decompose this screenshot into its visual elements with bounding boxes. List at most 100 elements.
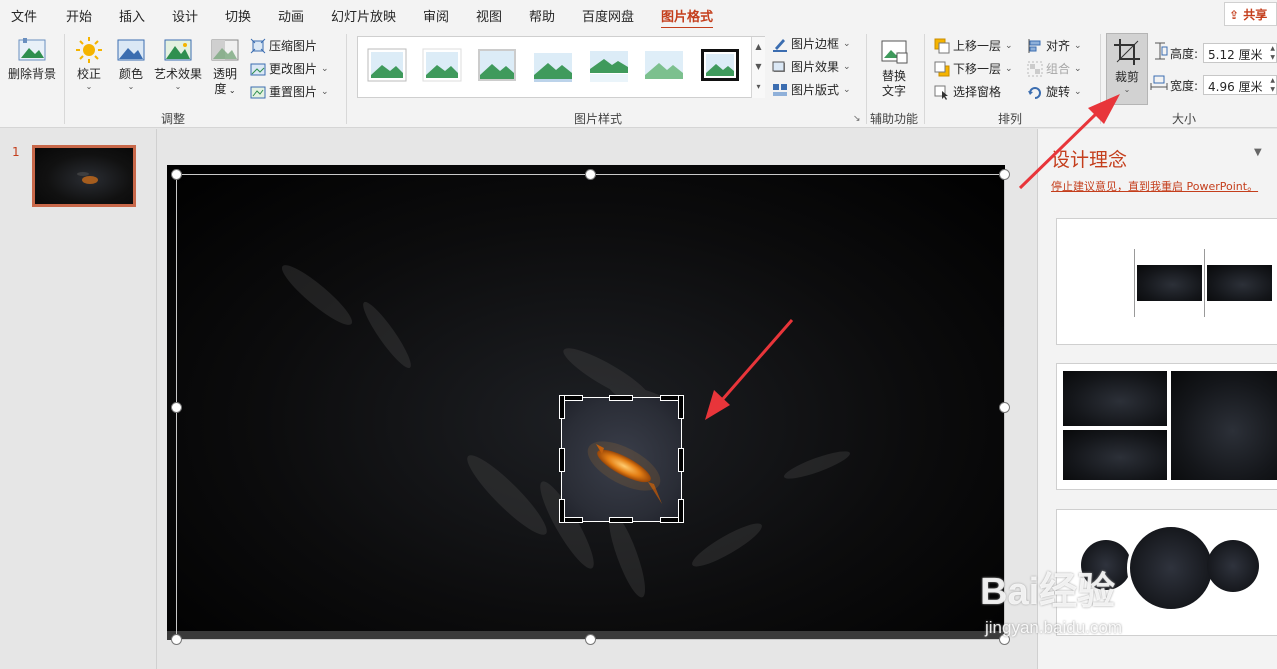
- rotate-button[interactable]: 旋转 ⌄: [1027, 82, 1082, 102]
- tab-baidu-netdisk[interactable]: 百度网盘: [582, 6, 634, 25]
- tab-transitions[interactable]: 切换: [225, 6, 251, 25]
- tab-animations[interactable]: 动画: [278, 6, 304, 25]
- picture-style-5[interactable]: [588, 47, 630, 83]
- group-label-adjust: 调整: [160, 112, 185, 126]
- height-icon: [1155, 42, 1168, 60]
- artistic-effects-icon: [164, 39, 192, 61]
- crop-handle-right[interactable]: [678, 448, 684, 472]
- picture-border-button[interactable]: 图片边框 ⌄: [772, 34, 851, 54]
- resize-handle-top-right[interactable]: [999, 169, 1010, 180]
- group-objects-label: 组合: [1046, 62, 1071, 76]
- picture-style-1[interactable]: [366, 47, 408, 83]
- resize-handle-right[interactable]: [999, 402, 1010, 413]
- effects-icon: [772, 61, 785, 72]
- reset-picture-button[interactable]: 重置图片 ⌄: [250, 82, 329, 102]
- group-label-size: 大小: [1171, 112, 1196, 126]
- selection-pane-button[interactable]: 选择窗格: [934, 82, 1001, 102]
- design-idea-2[interactable]: [1056, 363, 1277, 490]
- crop-region[interactable]: [561, 397, 682, 522]
- tab-review[interactable]: 审阅: [423, 6, 449, 25]
- crop-icon: [1114, 39, 1140, 65]
- transparency-label-2: 度: [214, 82, 227, 96]
- transparency-label-1: 透明: [212, 67, 237, 81]
- styles-dialog-launcher-icon[interactable]: ↘: [853, 114, 861, 124]
- bring-forward-label: 上移一层: [953, 39, 1002, 53]
- alt-text-button[interactable]: 替换 文字: [872, 38, 916, 99]
- alt-text-icon: [881, 40, 908, 64]
- resize-handle-bottom-left[interactable]: [171, 634, 182, 645]
- resize-handle-bottom[interactable]: [585, 634, 596, 645]
- gallery-scroll-up[interactable]: ▲: [751, 37, 765, 57]
- picture-style-6[interactable]: [643, 47, 685, 83]
- picture-style-3[interactable]: [476, 47, 518, 83]
- tab-insert[interactable]: 插入: [119, 6, 145, 25]
- picture-effects-button[interactable]: 图片效果 ⌄: [772, 57, 851, 77]
- crop-label: 裁剪: [1114, 70, 1139, 84]
- change-picture-button[interactable]: 更改图片 ⌄: [250, 59, 329, 79]
- crop-handle-bottom[interactable]: [609, 517, 633, 523]
- picture-layout-button[interactable]: 图片版式 ⌄: [772, 80, 851, 100]
- tab-picture-format[interactable]: 图片格式: [661, 6, 714, 30]
- corrections-button[interactable]: 校正 ⌄: [70, 36, 108, 92]
- group-label-styles: 图片样式: [573, 112, 622, 126]
- crop-handle-top-right-v[interactable]: [678, 395, 684, 419]
- tab-slideshow[interactable]: 幻灯片放映: [331, 6, 396, 25]
- transparency-icon: [211, 39, 239, 61]
- remove-background-button[interactable]: 删除背景: [4, 36, 60, 82]
- gallery-scroll-down[interactable]: ▼: [751, 57, 765, 77]
- crop-button[interactable]: 裁剪 ⌄: [1106, 33, 1148, 105]
- color-label: 颜色: [118, 67, 143, 81]
- resize-handle-left[interactable]: [171, 402, 182, 413]
- stop-suggestions-link[interactable]: 停止建议意见，直到我重启 PowerPoint。: [1051, 178, 1258, 194]
- crop-handle-bottom-right-v[interactable]: [678, 499, 684, 523]
- resize-handle-top-left[interactable]: [171, 169, 182, 180]
- send-backward-icon: [934, 61, 950, 77]
- remove-background-label: 删除背景: [7, 67, 56, 81]
- group-objects-button[interactable]: 组合 ⌄: [1027, 59, 1082, 79]
- koi-thumbnail-image: [77, 172, 98, 184]
- picture-style-2[interactable]: [421, 47, 463, 83]
- height-input[interactable]: 5.12 厘米 ▲ ▼: [1203, 43, 1277, 63]
- change-picture-icon: [250, 63, 266, 76]
- tab-view[interactable]: 视图: [476, 6, 502, 25]
- width-spinner[interactable]: ▲ ▼: [1270, 76, 1275, 94]
- gallery-more-button[interactable]: ▾: [751, 77, 765, 98]
- width-value: 4.96 厘米: [1208, 80, 1263, 94]
- tab-file[interactable]: 文件: [11, 6, 37, 25]
- share-button[interactable]: ⇪ 共享: [1224, 2, 1277, 26]
- align-button[interactable]: 对齐 ⌄: [1027, 36, 1082, 56]
- ribbon: 删除背景 校正 ⌄ 颜色 ⌄ 艺术效果 ⌄ 透明 度 ⌄ 压缩图片 更改图片 ⌄ 重置图…: [0, 28, 1277, 128]
- crop-handle-top-left-v[interactable]: [559, 395, 565, 419]
- selection-pane-icon: [934, 85, 948, 100]
- send-backward-label: 下移一层: [953, 62, 1002, 76]
- picture-border-label: 图片边框: [791, 37, 840, 51]
- rotate-label: 旋转: [1046, 85, 1071, 99]
- slide-thumbnail[interactable]: [32, 145, 136, 207]
- bring-forward-button[interactable]: 上移一层 ⌄: [934, 36, 1013, 56]
- picture-style-7[interactable]: [699, 47, 741, 83]
- height-spinner[interactable]: ▲ ▼: [1270, 44, 1275, 62]
- tab-help[interactable]: 帮助: [529, 6, 555, 25]
- transparency-button[interactable]: 透明 度 ⌄: [208, 36, 242, 98]
- compress-pictures-button[interactable]: 压缩图片: [250, 36, 317, 56]
- color-button[interactable]: 颜色 ⌄: [112, 36, 150, 92]
- bring-forward-icon: [934, 38, 950, 54]
- picture-styles-gallery: ▲ ▼ ▾: [357, 36, 765, 98]
- artistic-effects-button[interactable]: 艺术效果 ⌄: [152, 36, 204, 92]
- picture-style-4[interactable]: [532, 47, 574, 83]
- width-icon: [1150, 75, 1168, 90]
- send-backward-button[interactable]: 下移一层 ⌄: [934, 59, 1013, 79]
- color-icon: [117, 39, 145, 61]
- tab-design[interactable]: 设计: [172, 6, 198, 25]
- resize-handle-top[interactable]: [585, 169, 596, 180]
- chevron-down-icon[interactable]: ▼: [1254, 147, 1262, 158]
- crop-handle-bottom-left-v[interactable]: [559, 499, 565, 523]
- alt-text-label-1: 替换: [881, 69, 906, 83]
- width-input[interactable]: 4.96 厘米 ▲ ▼: [1203, 75, 1277, 95]
- design-idea-1[interactable]: [1056, 218, 1277, 345]
- crop-handle-top[interactable]: [609, 395, 633, 401]
- crop-handle-left[interactable]: [559, 448, 565, 472]
- tab-home[interactable]: 开始: [66, 6, 92, 25]
- height-label: 高度:: [1170, 47, 1199, 61]
- design-ideas-title: 设计理念: [1051, 149, 1128, 171]
